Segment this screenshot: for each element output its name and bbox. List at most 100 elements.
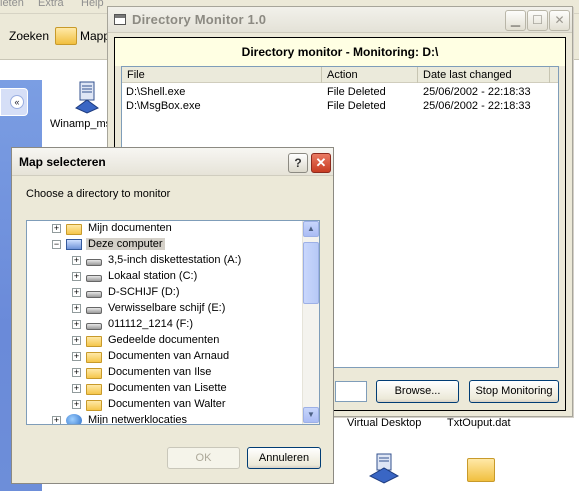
scroll-down-arrow-icon[interactable]: ▼ [303,407,319,423]
dm-close-button[interactable]: ✕ [549,10,570,31]
folder-icon [86,351,102,363]
tree-item[interactable]: − Deze computer [52,236,165,252]
list-cell-file: D:\Shell.exe [126,86,186,98]
tree-item-label: Mijn documenten [88,222,172,234]
folder-icon [86,367,102,379]
tree-item[interactable]: +011112_1214 (F:) [72,316,195,332]
ok-button[interactable]: OK [167,447,240,469]
expand-icon[interactable]: + [52,415,61,424]
tree-item[interactable]: + Lokaal station (C:) [72,268,199,284]
expand-icon[interactable]: + [72,399,81,409]
expand-icon[interactable]: + [72,335,81,345]
stop-monitoring-button[interactable]: Stop Monitoring [469,380,559,403]
dialog-instruction: Choose a directory to monitor [26,188,171,200]
list-cell-date: 25/06/2002 - 22:18:33 [423,100,531,112]
scrollbar-thumb[interactable] [303,242,319,304]
tree-item-label: Documenten van Walter [108,398,226,410]
hard-drive-icon [86,274,102,282]
expand-icon[interactable]: + [72,255,81,265]
help-button[interactable]: ? [288,153,308,173]
column-header-file[interactable]: File [122,67,322,83]
help-icon: ? [294,156,302,170]
collapse-icon[interactable]: − [52,239,61,249]
tree-item[interactable]: + D-SCHIJF (D:) [72,284,182,300]
expand-icon[interactable]: + [72,351,81,361]
map-dialog-title: Map selecteren [19,155,106,169]
tree-item[interactable]: + Verwisselbare schijf (E:) [72,300,227,316]
directory-input[interactable] [335,381,367,402]
file-label-virtual-desktop[interactable]: Virtual Desktop [347,417,421,429]
menu-item-beeld[interactable]: ieten [0,0,24,9]
tree-item-label: Documenten van Lisette [108,382,227,394]
folder-picker-dialog: Map selecteren ? ✕ Choose a directory to… [11,147,334,484]
cancel-button[interactable]: Annuleren [247,447,321,469]
winamp-file-icon[interactable] [74,80,100,114]
list-item[interactable]: D:\Shell.exe File Deleted 25/06/2002 - 2… [122,85,558,99]
column-header-action[interactable]: Action [322,67,418,83]
task-pane-section: « [0,88,28,116]
search-button[interactable]: Zoeken [0,22,49,50]
close-icon: ✕ [554,13,565,27]
computer-icon [66,238,82,250]
browse-button[interactable]: Browse... [376,380,459,403]
expand-icon[interactable]: + [72,287,81,297]
file-label-winamp[interactable]: Winamp_ms [50,118,111,130]
tree-item-label: Documenten van Arnaud [108,350,230,362]
tree-item-label: Documenten van Ilse [108,366,212,378]
maximize-button[interactable]: ☐ [527,10,548,31]
expand-icon[interactable]: + [72,271,81,281]
tree-item[interactable]: + Documenten van Lisette [72,380,229,396]
removable-drive-icon [86,306,102,314]
map-close-button[interactable]: ✕ [311,153,331,173]
tree-item[interactable]: + Mijn documenten [52,221,174,236]
folder-icon [66,223,82,235]
txtouput-folder-icon[interactable] [467,458,495,482]
tree-item[interactable]: + Mijn netwerklocaties [52,412,189,425]
list-cell-date: 25/06/2002 - 22:18:33 [423,86,531,98]
tree-item[interactable]: + Documenten van Arnaud [72,348,231,364]
dm-window-title: Directory Monitor 1.0 [132,12,267,27]
tree-item-label: 011112_1214 (F:) [108,318,194,330]
close-icon: ✕ [315,155,327,170]
tree-item-label: 3,5-inch diskettestation (A:) [108,254,242,266]
tree-item[interactable]: + Gedeelde documenten [72,332,221,348]
tree-item-label: Verwisselbare schijf (E:) [108,302,226,314]
list-cell-action: File Deleted [327,86,386,98]
folders-button[interactable]: Mapp [55,22,110,50]
virtual-desktop-icon[interactable] [367,452,401,484]
tree-item-label: Mijn netwerklocaties [88,414,188,425]
tree-vertical-scrollbar[interactable]: ▲ ▼ [302,221,319,424]
dm-titlebar[interactable]: Directory Monitor 1.0 ▁ ☐ ✕ [108,7,572,33]
hard-drive-icon [86,290,102,298]
list-cell-file: D:\MsgBox.exe [126,100,201,112]
expand-icon[interactable]: + [72,319,81,329]
tree-item-label: Gedeelde documenten [108,334,220,346]
tree-item[interactable]: +3,5-inch diskettestation (A:) [72,252,243,268]
tree-item[interactable]: + Documenten van Walter [72,396,228,412]
expand-icon[interactable]: + [52,223,61,233]
list-cell-action: File Deleted [327,100,386,112]
minimize-icon: ▁ [510,13,521,27]
scroll-up-arrow-icon[interactable]: ▲ [303,221,319,237]
expand-icon[interactable]: + [72,367,81,377]
list-header: File Action Date last changed [122,67,558,83]
map-dialog-titlebar[interactable]: Map selecteren ? ✕ [12,148,333,176]
folder-icon [55,27,77,45]
menu-item-help[interactable]: Help [81,0,104,9]
folders-button-label: Mapp [80,29,111,43]
collapse-chevron-icon[interactable]: « [10,95,24,109]
tree-item-label: Deze computer [86,238,165,250]
expand-icon[interactable]: + [72,303,81,313]
floppy-drive-icon [86,258,102,266]
folder-icon [86,335,102,347]
menu-item-extra[interactable]: Extra [38,0,64,9]
monitoring-status-header: Directory monitor - Monitoring: D:\ [115,38,565,66]
tree-item[interactable]: + Documenten van Ilse [72,364,213,380]
file-label-txtouput[interactable]: TxtOuput.dat [447,417,511,429]
list-item[interactable]: D:\MsgBox.exe File Deleted 25/06/2002 - … [122,99,558,113]
folder-tree[interactable]: + Mijn documenten − Deze computer +3,5-inch … [26,220,320,425]
maximize-icon: ☐ [532,13,543,27]
minimize-button[interactable]: ▁ [505,10,526,31]
column-header-date[interactable]: Date last changed [418,67,550,83]
expand-icon[interactable]: + [72,383,81,393]
